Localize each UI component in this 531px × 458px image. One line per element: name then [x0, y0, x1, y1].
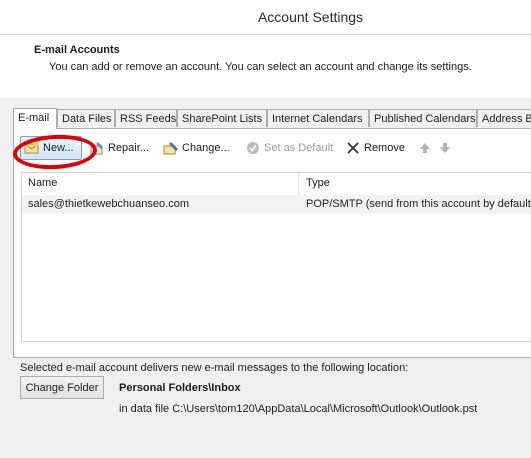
delivery-folder-name: Personal Folders\Inbox	[119, 382, 241, 394]
repair-icon	[89, 140, 105, 156]
move-down-button[interactable]	[434, 136, 454, 160]
new-label: New...	[43, 142, 74, 154]
tab-sharepoint-lists[interactable]: SharePoint Lists	[177, 109, 267, 127]
account-name: sales@thietkewebchuanseo.com	[28, 198, 189, 210]
dialog-body: E-mail Data Files RSS Feeds SharePoint L…	[0, 98, 531, 458]
new-account-icon	[24, 140, 40, 156]
tab-internet-calendars[interactable]: Internet Calendars	[267, 109, 369, 127]
list-header: Name Type	[22, 173, 531, 196]
change-label: Change...	[182, 142, 230, 154]
section-title: E-mail Accounts	[34, 44, 120, 56]
account-type: POP/SMTP (send from this account by defa…	[306, 198, 531, 210]
title-bar: Account Settings	[0, 0, 531, 34]
remove-button[interactable]: Remove	[342, 136, 408, 160]
data-file-path: in data file C:\Users\tom120\AppData\Loc…	[119, 403, 478, 415]
remove-icon	[345, 140, 361, 156]
email-tab-panel: New... Repair... Change... Set as Defaul…	[13, 128, 531, 358]
move-up-button[interactable]	[414, 136, 434, 160]
new-account-button[interactable]: New...	[20, 136, 82, 160]
tab-published-calendars[interactable]: Published Calendars	[369, 109, 477, 127]
header-panel: E-mail Accounts You can add or remove an…	[0, 34, 531, 100]
account-toolbar: New... Repair... Change... Set as Defaul…	[20, 136, 520, 160]
repair-label: Repair...	[108, 142, 149, 154]
window-title: Account Settings	[257, 9, 364, 25]
delivery-description: Selected e-mail account delivers new e-m…	[20, 362, 409, 374]
set-default-label: Set as Default	[264, 142, 334, 154]
change-button[interactable]: Change...	[160, 136, 238, 160]
set-default-icon	[245, 140, 261, 156]
remove-label: Remove	[364, 142, 405, 154]
move-down-icon	[437, 140, 453, 156]
column-divider[interactable]	[298, 173, 299, 195]
tab-data-files[interactable]: Data Files	[57, 109, 115, 127]
account-row[interactable]: sales@thietkewebchuanseo.com POP/SMTP (s…	[22, 195, 531, 214]
section-description: You can add or remove an account. You ca…	[49, 61, 472, 73]
column-header-type[interactable]: Type	[306, 177, 330, 189]
tab-email[interactable]: E-mail	[13, 108, 57, 129]
change-folder-button[interactable]: Change Folder	[20, 376, 104, 399]
set-as-default-button[interactable]: Set as Default	[242, 136, 338, 160]
repair-button[interactable]: Repair...	[86, 136, 158, 160]
tab-rss-feeds[interactable]: RSS Feeds	[115, 109, 177, 127]
column-header-name[interactable]: Name	[28, 177, 57, 189]
change-icon	[163, 140, 179, 156]
tab-address-books[interactable]: Address B	[477, 109, 531, 127]
accounts-list[interactable]: Name Type sales@thietkewebchuanseo.com P…	[21, 172, 531, 342]
move-up-icon	[417, 140, 433, 156]
